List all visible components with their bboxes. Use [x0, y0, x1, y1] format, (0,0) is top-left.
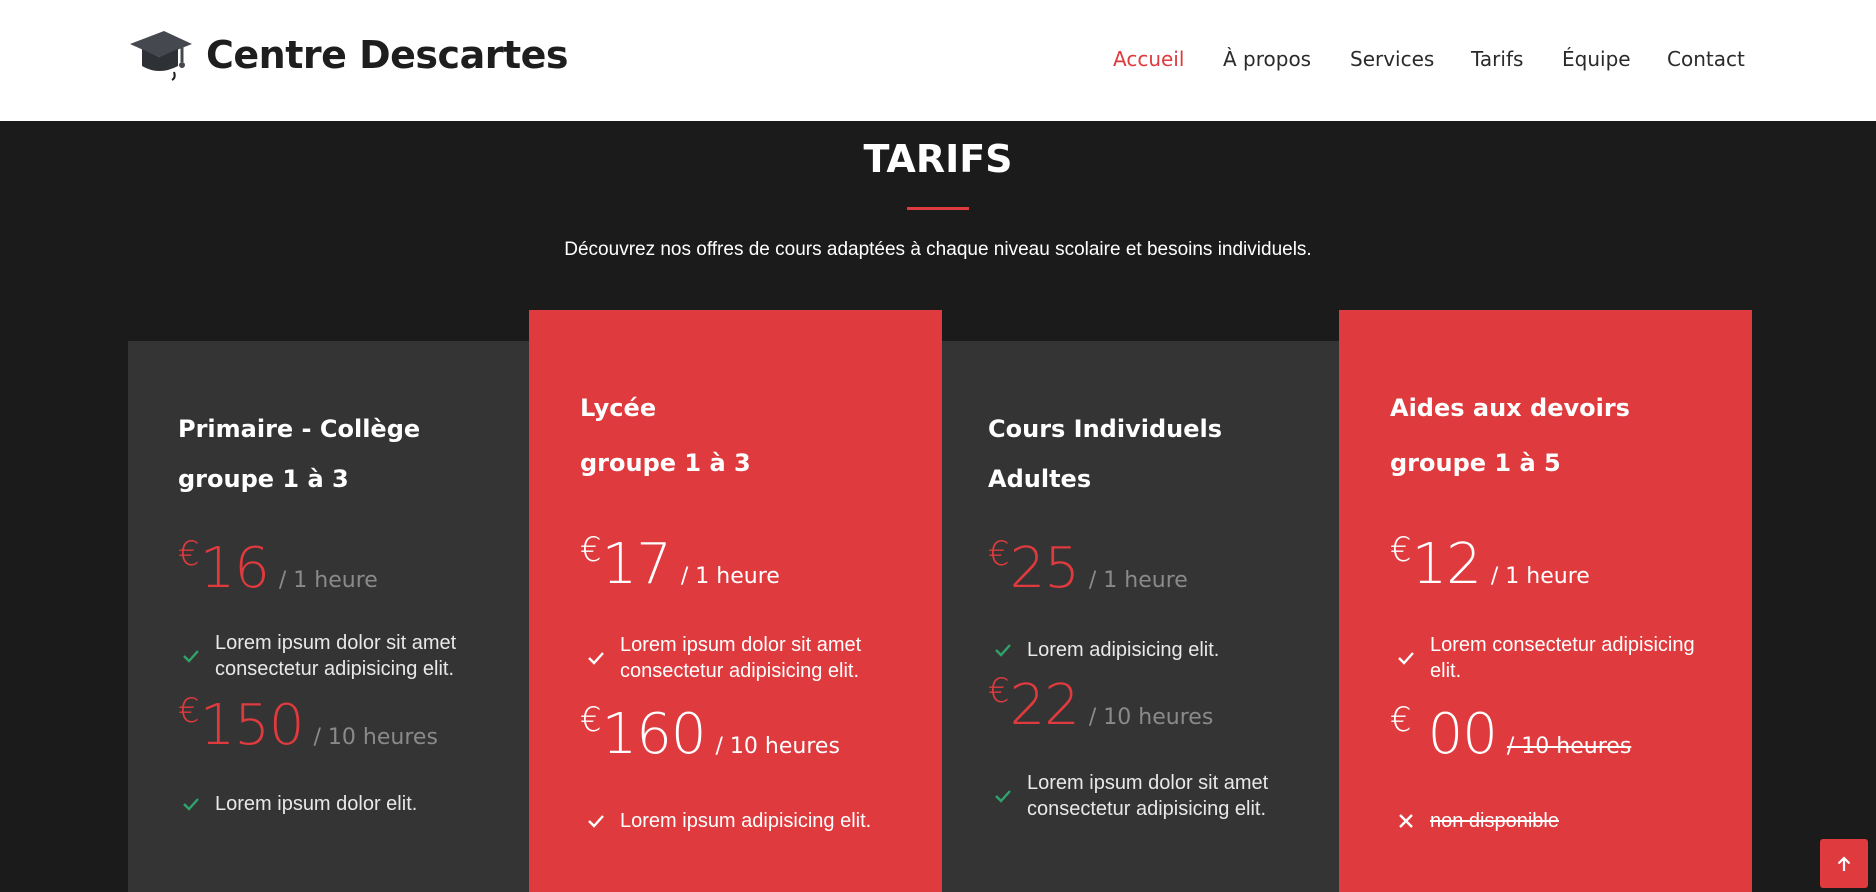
card-subtitle: groupe 1 à 3 [178, 465, 349, 493]
price-period: / 10 heures [1506, 734, 1632, 759]
price-period: / 10 heures [1088, 705, 1214, 730]
price: € 00 / 10 heures [1390, 700, 1632, 767]
price-amount: 16 [199, 536, 270, 601]
arrow-up-icon [1837, 855, 1851, 871]
feature-text: Lorem adipisicing elit. [1027, 639, 1220, 661]
price-amount: 12 [1411, 532, 1482, 597]
price-amount: 17 [601, 532, 672, 597]
check-icon [588, 815, 604, 828]
price: € 16 / 1 heure [178, 534, 378, 601]
feature-item-unavailable: non disponible [1396, 808, 1716, 834]
card-title: Lycée [580, 394, 657, 422]
pricing-card-cours-individuels: Cours Individuels Adultes € 25 / 1 heure… [942, 341, 1339, 892]
price-amount: 22 [1009, 673, 1080, 738]
pricing-card-aides-aux-devoirs: Aides aux devoirs groupe 1 à 5 € 12 / 1 … [1339, 310, 1752, 892]
currency-symbol: € [1390, 700, 1412, 740]
feature-item: Lorem consectetur adipisicing elit. [1396, 632, 1716, 684]
currency-symbol: € [178, 691, 200, 731]
currency-symbol: € [580, 700, 602, 740]
feature-item: Lorem ipsum dolor sit amet consectetur a… [993, 770, 1313, 822]
currency-symbol: € [178, 534, 200, 574]
currency-symbol: € [1390, 530, 1412, 570]
back-to-top-button[interactable] [1820, 839, 1868, 888]
currency-symbol: € [988, 534, 1010, 574]
title-underline [907, 207, 969, 210]
price-amount: 25 [1009, 536, 1080, 601]
feature-text: Lorem ipsum adipisicing elit. [620, 810, 872, 832]
section-subtitle: Découvrez nos offres de cours adaptées à… [564, 239, 1312, 260]
price: € 22 / 10 heures [988, 671, 1214, 738]
price-period: / 10 heures [313, 725, 438, 750]
currency-symbol: € [988, 671, 1010, 711]
price: € 17 / 1 heure [580, 530, 780, 597]
feature-text: Lorem ipsum dolor sit amet consectetur a… [215, 632, 457, 680]
card-subtitle: groupe 1 à 3 [580, 449, 751, 477]
price: € 12 / 1 heure [1390, 530, 1590, 597]
feature-item: Lorem adipisicing elit. [993, 637, 1313, 663]
feature-item: Lorem ipsum dolor sit amet consectetur a… [181, 630, 501, 682]
feature-text: non disponible [1430, 810, 1559, 832]
price-period: / 1 heure [278, 568, 378, 593]
pricing-card-lycee: Lycée groupe 1 à 3 € 17 / 1 heure Lorem … [529, 310, 942, 892]
check-icon [995, 790, 1011, 803]
price-period: / 10 heures [715, 734, 840, 759]
main-nav: Accueil À propos Services Tarifs Équipe … [0, 47, 1876, 77]
feature-text: Lorem consectetur adipisicing elit. [1430, 634, 1695, 682]
pricing-card-primaire-college: Primaire - Collège groupe 1 à 3 € 16 / 1… [128, 341, 529, 892]
check-icon [183, 798, 199, 811]
price-amount: 00 [1427, 702, 1498, 767]
nav-tarifs[interactable]: Tarifs [1471, 47, 1523, 71]
site-header: Centre Descartes Accueil À propos Servic… [0, 0, 1876, 121]
card-title: Primaire - Collège [178, 415, 421, 443]
price-period: / 1 heure [680, 564, 780, 589]
price-period: / 1 heure [1490, 564, 1590, 589]
feature-text: Lorem ipsum dolor elit. [215, 793, 418, 815]
nav-contact[interactable]: Contact [1667, 47, 1745, 71]
feature-item: Lorem ipsum dolor elit. [181, 791, 501, 817]
nav-a-propos[interactable]: À propos [1223, 47, 1311, 71]
check-icon [995, 644, 1011, 657]
price: € 25 / 1 heure [988, 534, 1188, 601]
card-subtitle: groupe 1 à 5 [1390, 449, 1561, 477]
check-icon [1398, 652, 1414, 665]
check-icon [588, 652, 604, 665]
check-icon [183, 650, 199, 663]
feature-text: Lorem ipsum dolor sit amet consectetur a… [620, 634, 862, 682]
price: € 150 / 10 heures [178, 691, 438, 758]
feature-item: Lorem ipsum dolor sit amet consectetur a… [586, 632, 906, 684]
price-amount: 160 [601, 702, 707, 767]
x-icon [1399, 814, 1413, 828]
card-subtitle: Adultes [988, 465, 1092, 493]
card-title: Cours Individuels [988, 415, 1223, 443]
section-title: TARIFS [863, 137, 1013, 181]
card-title: Aides aux devoirs [1390, 394, 1630, 422]
currency-symbol: € [580, 530, 602, 570]
price-amount: 150 [199, 693, 305, 758]
nav-accueil[interactable]: Accueil [1113, 47, 1184, 71]
price: € 160 / 10 heures [580, 700, 840, 767]
nav-equipe[interactable]: Équipe [1562, 47, 1631, 71]
nav-services[interactable]: Services [1350, 47, 1434, 71]
price-period: / 1 heure [1088, 568, 1188, 593]
feature-text: Lorem ipsum dolor sit amet consectetur a… [1027, 772, 1269, 820]
feature-item: Lorem ipsum adipisicing elit. [586, 808, 906, 834]
